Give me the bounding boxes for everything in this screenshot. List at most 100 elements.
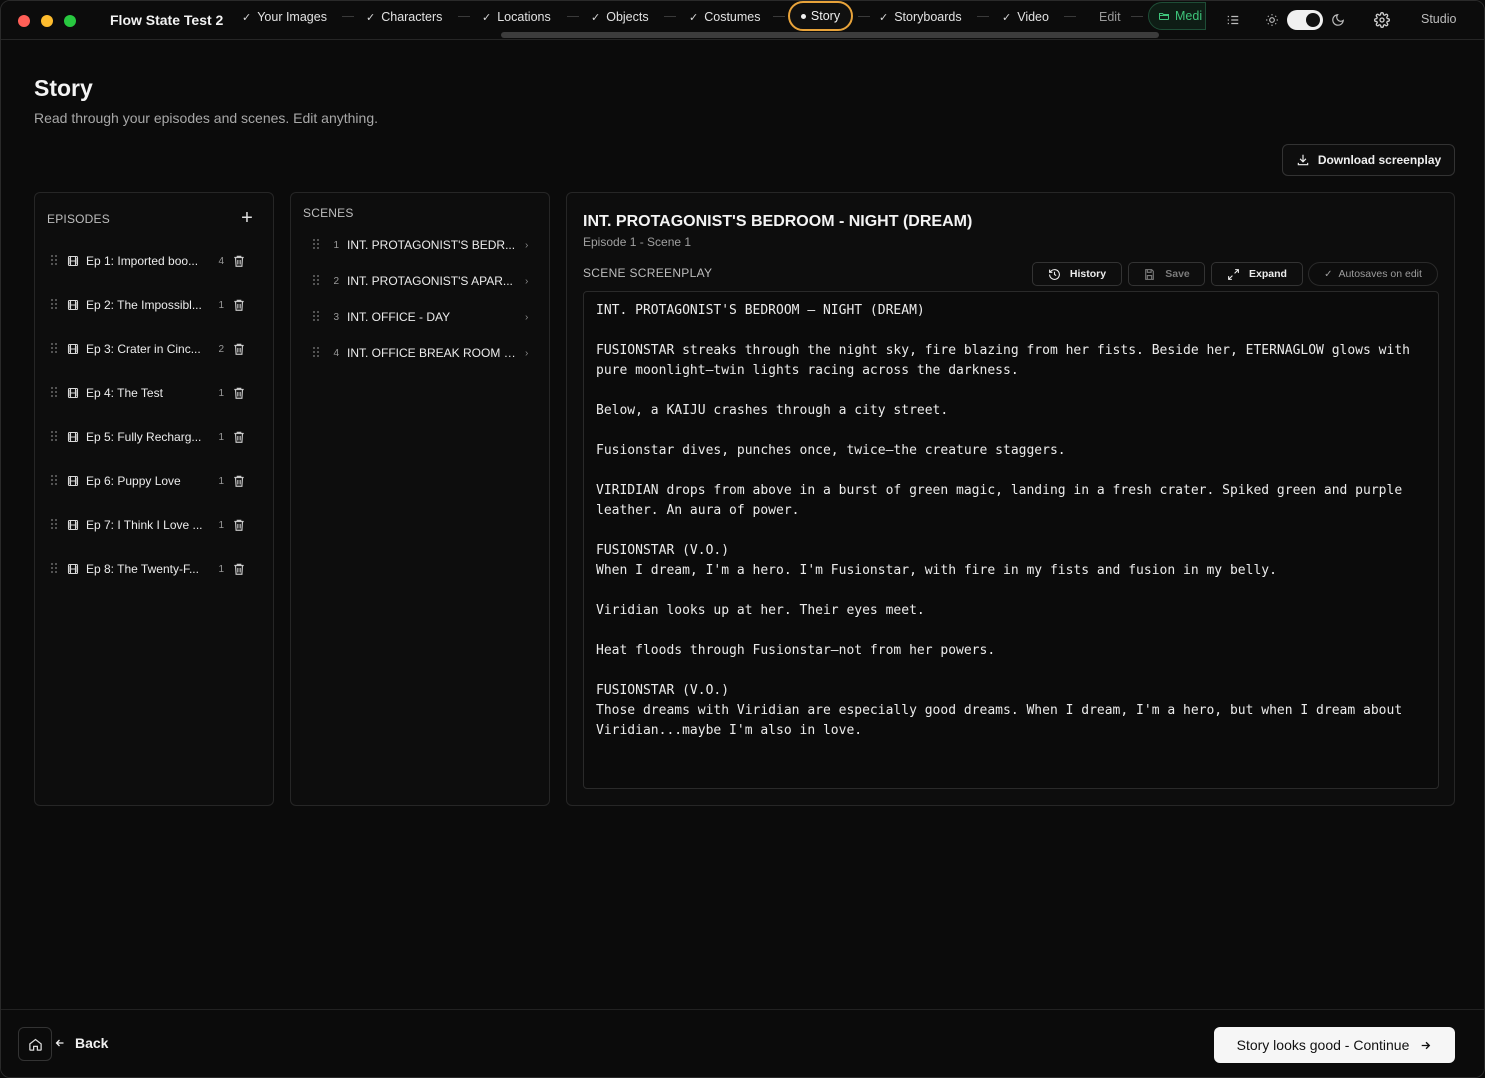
sun-icon[interactable] <box>1263 11 1281 29</box>
trash-icon[interactable] <box>232 474 246 488</box>
step-edit[interactable]: Edit <box>1099 9 1121 25</box>
film-icon <box>67 343 79 355</box>
history-button[interactable]: History <box>1032 262 1122 286</box>
save-label: Save <box>1165 268 1190 280</box>
scene-number: 4 <box>333 347 339 359</box>
scene-name: INT. PROTAGONIST'S BEDR... <box>347 238 516 252</box>
close-window-button[interactable] <box>18 15 30 27</box>
drag-handle-icon[interactable] <box>51 475 57 487</box>
add-episode-icon[interactable]: + <box>238 208 256 228</box>
zoom-window-button[interactable] <box>64 15 76 27</box>
home-button[interactable] <box>18 1027 52 1061</box>
check-icon: ✓ <box>482 11 492 24</box>
scene-number: 2 <box>333 275 339 287</box>
moon-icon[interactable] <box>1329 11 1347 29</box>
step-video[interactable]: ✓ Video <box>1002 9 1049 25</box>
episode-item[interactable]: Ep 5: Fully Recharg... 1 <box>51 427 261 447</box>
steps-scrollbar[interactable] <box>501 32 1159 38</box>
scene-item[interactable]: 4 INT. OFFICE BREAK ROOM -... › <box>313 343 533 363</box>
check-icon: ✓ <box>1002 11 1012 24</box>
drag-handle-icon[interactable] <box>313 347 319 359</box>
download-icon <box>1297 154 1309 166</box>
scene-screenplay-label: SCENE SCREENPLAY <box>583 266 713 280</box>
trash-icon[interactable] <box>232 518 246 532</box>
episode-scene-count: 1 <box>218 475 224 487</box>
drag-handle-icon[interactable] <box>51 343 57 355</box>
step-label: Characters <box>381 10 443 24</box>
drag-handle-icon[interactable] <box>51 387 57 399</box>
expand-button[interactable]: Expand <box>1211 262 1303 286</box>
history-label: History <box>1069 268 1107 280</box>
step-label: Locations <box>497 10 551 24</box>
minimize-window-button[interactable] <box>41 15 53 27</box>
scene-number: 1 <box>333 239 339 251</box>
trash-icon[interactable] <box>232 254 246 268</box>
page-title: Story <box>34 75 93 101</box>
step-costumes[interactable]: ✓ Costumes <box>689 9 761 25</box>
episode-item[interactable]: Ep 7: I Think I Love ... 1 <box>51 515 261 535</box>
list-icon[interactable] <box>1224 11 1242 29</box>
home-icon <box>28 1038 42 1051</box>
back-button[interactable]: Back <box>54 1035 108 1051</box>
continue-button[interactable]: Story looks good - Continue <box>1214 1027 1455 1063</box>
episode-item[interactable]: Ep 1: Imported boo... 4 <box>51 251 261 271</box>
scene-item[interactable]: 3 INT. OFFICE - DAY › <box>313 307 533 327</box>
folder-open-icon <box>1159 13 1169 20</box>
film-icon <box>67 387 79 399</box>
scene-name: INT. OFFICE - DAY <box>347 310 451 324</box>
screenplay-editor[interactable]: INT. PROTAGONIST'S BEDROOM – NIGHT (DREA… <box>583 291 1439 789</box>
check-icon: ✓ <box>879 11 889 24</box>
episode-name: Ep 2: The Impossibl... <box>86 298 202 312</box>
step-story[interactable]: Story <box>788 1 853 31</box>
trash-icon[interactable] <box>232 298 246 312</box>
step-objects[interactable]: ✓ Objects <box>591 9 649 25</box>
scene-name: INT. OFFICE BREAK ROOM -... <box>347 346 517 360</box>
episode-scene-count: 4 <box>218 255 224 267</box>
drag-handle-icon[interactable] <box>51 519 57 531</box>
check-icon: ✓ <box>689 11 699 24</box>
episode-name: Ep 3: Crater in Cinc... <box>86 342 201 356</box>
save-button[interactable]: Save <box>1128 262 1205 286</box>
episode-item[interactable]: Ep 6: Puppy Love 1 <box>51 471 261 491</box>
drag-handle-icon[interactable] <box>51 563 57 575</box>
episode-name: Ep 8: The Twenty-F... <box>86 562 199 576</box>
trash-icon[interactable] <box>232 342 246 356</box>
trash-icon[interactable] <box>232 386 246 400</box>
drag-handle-icon[interactable] <box>313 239 319 251</box>
episode-item[interactable]: Ep 2: The Impossibl... 1 <box>51 295 261 315</box>
scene-name: INT. PROTAGONIST'S APAR... <box>347 274 513 288</box>
step-locations[interactable]: ✓ Locations <box>482 9 551 25</box>
trash-icon[interactable] <box>232 562 246 576</box>
trash-icon[interactable] <box>232 430 246 444</box>
step-storyboards[interactable]: ✓ Storyboards <box>879 9 962 25</box>
episode-item[interactable]: Ep 3: Crater in Cinc... 2 <box>51 339 261 359</box>
theme-toggle[interactable] <box>1287 10 1323 30</box>
step-your-images[interactable]: ✓ Your Images <box>242 9 327 25</box>
drag-handle-icon[interactable] <box>313 275 319 287</box>
step-label: Video <box>1017 10 1049 24</box>
app-window: Flow State Test 2 ✓ Your Images ✓ Characte… <box>0 0 1485 1078</box>
episode-item[interactable]: Ep 4: The Test 1 <box>51 383 261 403</box>
drag-handle-icon[interactable] <box>51 255 57 267</box>
continue-label: Story looks good - Continue <box>1236 1037 1410 1053</box>
gear-icon[interactable] <box>1373 11 1391 29</box>
scenes-panel: SCENES 1 INT. PROTAGONIST'S BEDR... › 2 INT.… <box>290 192 550 806</box>
chevron-right-icon: › <box>525 239 529 251</box>
studio-link[interactable]: Studio <box>1421 12 1456 26</box>
step-label: Story <box>810 9 841 23</box>
episode-name: Ep 4: The Test <box>86 386 163 400</box>
drag-handle-icon[interactable] <box>313 311 319 323</box>
step-label: Edit <box>1099 10 1121 24</box>
scene-item[interactable]: 1 INT. PROTAGONIST'S BEDR... › <box>313 235 533 255</box>
arrow-left-icon <box>55 1039 64 1047</box>
download-screenplay-button[interactable]: Download screenplay <box>1282 144 1455 176</box>
step-characters[interactable]: ✓ Characters <box>366 9 442 25</box>
drag-handle-icon[interactable] <box>51 299 57 311</box>
chevron-right-icon: › <box>525 311 529 323</box>
scene-detail-panel: INT. PROTAGONIST'S BEDROOM - NIGHT (DREA… <box>566 192 1455 806</box>
scene-item[interactable]: 2 INT. PROTAGONIST'S APAR... › <box>313 271 533 291</box>
drag-handle-icon[interactable] <box>51 431 57 443</box>
step-media[interactable]: Medi <box>1148 2 1206 30</box>
footer-bar: Back Story looks good - Continue <box>1 1009 1484 1077</box>
episode-item[interactable]: Ep 8: The Twenty-F... 1 <box>51 559 261 579</box>
